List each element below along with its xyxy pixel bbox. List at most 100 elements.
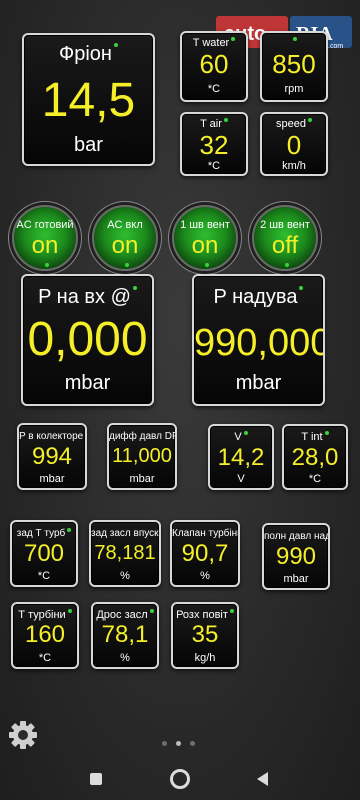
gauge-unit: % bbox=[200, 570, 210, 582]
gauge-label: T air bbox=[200, 118, 222, 130]
page-dot bbox=[162, 741, 167, 746]
gauge-label: P в колекторе bbox=[19, 431, 84, 442]
gauge-t-water[interactable]: T water 60 *C bbox=[180, 31, 248, 102]
gauge-dpf-diff[interactable]: дифф давл DPF 11,000 mbar bbox=[107, 423, 177, 490]
gauge-unit: kg/h bbox=[194, 652, 216, 664]
gauge-t-turbo-target[interactable]: зад Т турб 700 *C bbox=[10, 520, 78, 587]
gauge-label: Дрос засл bbox=[96, 609, 148, 621]
status-dot bbox=[67, 609, 72, 613]
gauge-value: 990,000 bbox=[194, 322, 325, 364]
gauge-value: 35 bbox=[191, 621, 219, 648]
gauge-value: 700 bbox=[23, 540, 65, 567]
page-indicator bbox=[160, 739, 200, 747]
gauge-label: полн давл наддува bbox=[264, 531, 330, 542]
led-fan-speed-1[interactable]: 1 шв вент on bbox=[172, 205, 238, 271]
gauge-unit: *C bbox=[308, 473, 322, 485]
gauge-unit: *C bbox=[207, 160, 221, 172]
recents-button[interactable] bbox=[88, 771, 104, 787]
status-dot bbox=[113, 43, 118, 47]
led-label: AC готовий bbox=[16, 219, 74, 231]
gauge-label: V bbox=[234, 431, 242, 443]
gauge-speed[interactable]: speed 0 km/h bbox=[260, 112, 328, 176]
gauge-unit: *C bbox=[207, 83, 221, 95]
gauge-frion[interactable]: Фріон 14,5 bar bbox=[22, 33, 155, 166]
led-fan-speed-2[interactable]: 2 шв вент off bbox=[252, 205, 318, 271]
gauge-label: P на вх @ bbox=[38, 286, 131, 308]
status-dot bbox=[293, 37, 297, 41]
gauge-value: 850 bbox=[272, 49, 316, 79]
gauge-p-collector[interactable]: P в колекторе 994 mbar bbox=[17, 423, 87, 490]
gauge-label: Клапан турбіни bbox=[172, 528, 240, 539]
gauge-label: дифф давл DPF bbox=[109, 431, 175, 442]
gauge-label: T int bbox=[301, 431, 323, 443]
status-dot bbox=[85, 431, 87, 435]
gauge-intake-flap-target[interactable]: зад засл впуска 78,181 % bbox=[89, 520, 161, 587]
recents-icon bbox=[90, 773, 102, 785]
gauge-unit: rpm bbox=[284, 83, 304, 95]
status-dot bbox=[231, 37, 236, 41]
page-dot bbox=[190, 741, 195, 746]
gauge-label: speed bbox=[276, 118, 306, 130]
gauge-label: зад засл впуска bbox=[91, 528, 161, 539]
status-dot bbox=[307, 118, 312, 122]
gauge-p-inlet[interactable]: P на вх @ 0,000 mbar bbox=[21, 274, 154, 406]
gauge-turbo-valve[interactable]: Клапан турбіни 90,7 % bbox=[170, 520, 240, 587]
page-dot-active bbox=[176, 741, 181, 746]
status-dot bbox=[205, 263, 209, 267]
gauge-label: T water bbox=[192, 37, 230, 49]
led-ac-ready[interactable]: AC готовий on bbox=[12, 205, 78, 271]
back-icon bbox=[257, 772, 268, 786]
led-value: on bbox=[111, 232, 139, 259]
back-button[interactable] bbox=[254, 770, 272, 788]
status-dot bbox=[299, 286, 304, 290]
gauge-label: P надува bbox=[213, 286, 298, 308]
led-ac-on[interactable]: AC вкл on bbox=[92, 205, 158, 271]
gauge-value: 90,7 bbox=[181, 540, 229, 567]
gauge-value: 160 bbox=[24, 621, 66, 648]
status-dot bbox=[125, 263, 129, 267]
gauge-p-boost[interactable]: P надува 990,000 mbar bbox=[192, 274, 325, 406]
gauge-label: Розх повіт bbox=[176, 609, 228, 621]
status-dot bbox=[67, 528, 72, 532]
gauge-air-flow[interactable]: Розх повіт 35 kg/h bbox=[171, 602, 239, 669]
gauge-value: 60 bbox=[199, 49, 229, 79]
gauge-unit: % bbox=[120, 652, 130, 664]
system-navigation-bar bbox=[0, 758, 360, 800]
gauge-value: 0,000 bbox=[27, 313, 148, 366]
led-value: on bbox=[191, 232, 219, 259]
gauge-value: 14,2 bbox=[217, 444, 265, 471]
status-dot bbox=[285, 263, 289, 267]
gauge-value: 78,181 bbox=[94, 542, 156, 564]
gauge-label: Т турбіни bbox=[18, 609, 66, 621]
gauge-value: 14,5 bbox=[41, 74, 136, 127]
status-dot bbox=[243, 431, 248, 435]
gauge-t-int[interactable]: T int 28,0 *C bbox=[282, 424, 348, 490]
gauge-unit: *C bbox=[37, 570, 51, 582]
led-label: AC вкл bbox=[107, 219, 143, 231]
gauge-unit: mbar bbox=[129, 473, 155, 485]
gauge-t-turbine[interactable]: Т турбіни 160 *C bbox=[11, 602, 79, 669]
gauge-unit: mbar bbox=[39, 473, 65, 485]
gauge-throttle[interactable]: Дрос засл 78,1 % bbox=[91, 602, 159, 669]
gauge-unit: mbar bbox=[64, 372, 111, 394]
gauge-unit: V bbox=[237, 473, 245, 485]
gauge-t-air[interactable]: T air 32 *C bbox=[180, 112, 248, 176]
gauge-boost-full-pressure[interactable]: полн давл наддува 990 mbar bbox=[262, 523, 330, 590]
settings-button[interactable] bbox=[6, 718, 40, 752]
status-dot bbox=[132, 286, 137, 290]
gauge-rpm[interactable]: 850 rpm bbox=[260, 31, 328, 102]
gauge-unit: mbar bbox=[235, 372, 282, 394]
gauge-value: 32 bbox=[199, 130, 229, 160]
gauge-unit: mbar bbox=[283, 573, 309, 585]
gauge-value: 78,1 bbox=[101, 621, 149, 648]
gear-icon bbox=[9, 721, 37, 749]
gauge-unit: bar bbox=[74, 134, 103, 156]
gauge-unit: % bbox=[120, 570, 130, 582]
led-label: 2 шв вент bbox=[260, 219, 310, 231]
gauge-value: 28,0 bbox=[291, 444, 339, 471]
gauge-value: 994 bbox=[31, 443, 73, 470]
home-icon bbox=[170, 769, 190, 789]
gauge-label: Фріон bbox=[59, 43, 112, 65]
gauge-voltage[interactable]: V 14,2 V bbox=[208, 424, 274, 490]
home-button[interactable] bbox=[170, 769, 190, 789]
